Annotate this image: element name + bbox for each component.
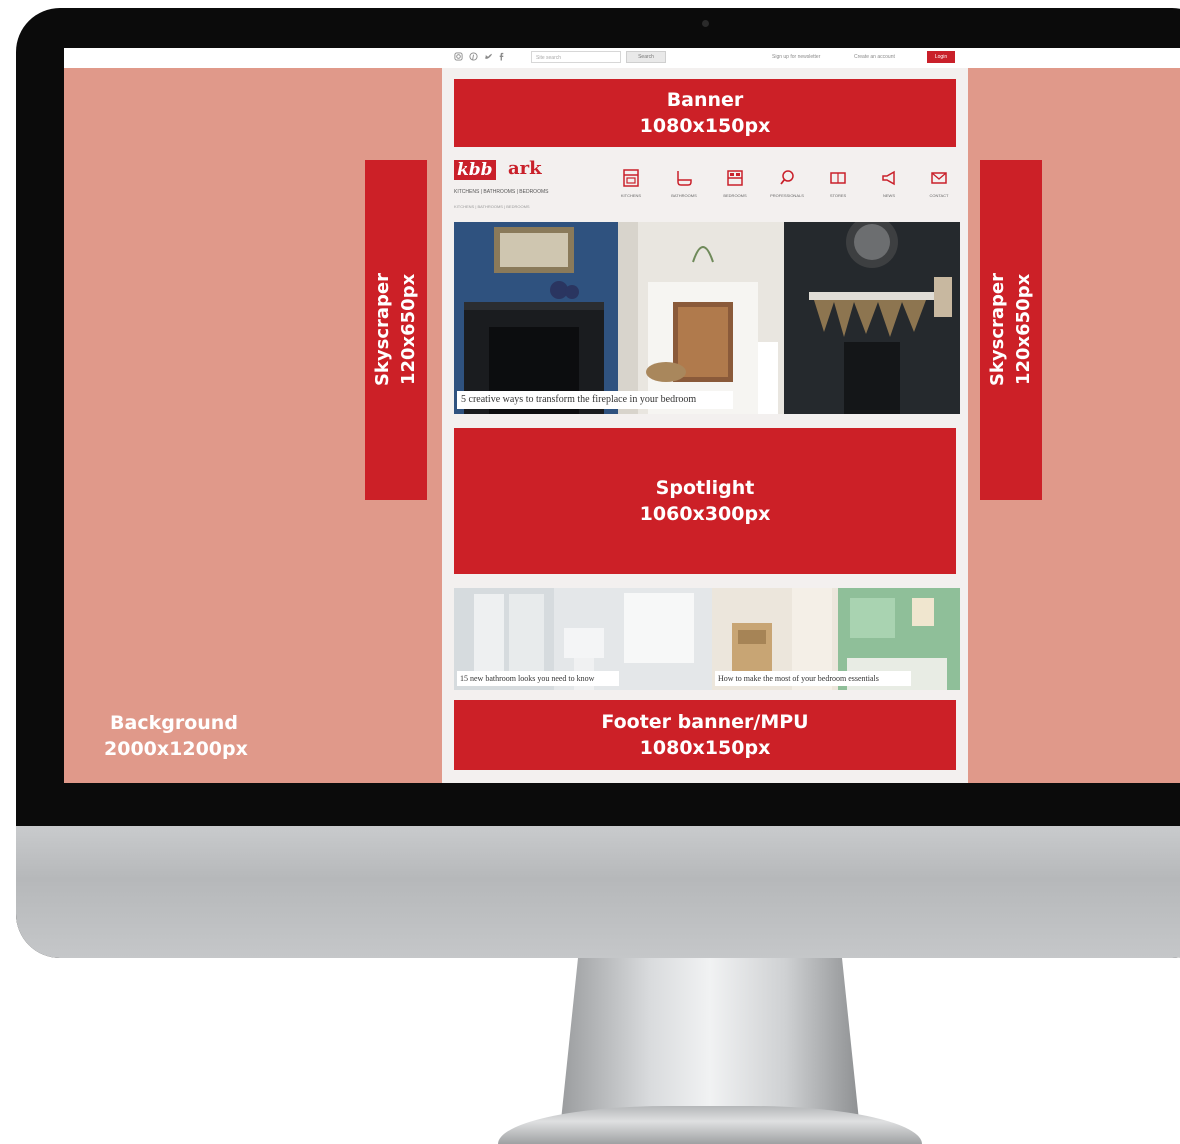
screen: Site search Search Sign up for newslette… [64, 48, 1180, 783]
search-button[interactable]: Search [626, 51, 666, 63]
spotlight-ad-slot: Spotlight 1060x300px [454, 428, 956, 574]
search-input[interactable]: Site search [531, 51, 621, 63]
skyscraper-right-text: Skyscraper 120x650px [985, 273, 1037, 386]
twitter-icon[interactable] [483, 52, 493, 62]
mail-icon [916, 168, 962, 192]
nav-item-bedrooms[interactable]: BEDROOMS [712, 168, 758, 200]
background-title: Background [110, 712, 238, 734]
site-logo-ark[interactable]: ark [508, 159, 542, 179]
login-button[interactable]: Login [927, 51, 955, 63]
megaphone-icon [866, 168, 912, 192]
feature-image-white-fireplace[interactable] [618, 222, 784, 414]
create-account-link[interactable]: Create an account [854, 53, 924, 61]
skyscraper-left-ad-slot: Skyscraper 120x650px [365, 160, 427, 500]
banner-title: Banner [666, 89, 744, 111]
article-caption-bathrooms[interactable]: 15 new bathroom looks you need to know [457, 671, 619, 686]
bed-icon [712, 168, 758, 192]
instagram-icon[interactable] [453, 52, 463, 62]
nav-item-news[interactable]: NEWS [866, 168, 912, 200]
skyscraper-right-size: 120x650px [1013, 274, 1034, 386]
footer-banner-ad-slot: Footer banner/MPU 1080x150px [454, 700, 956, 770]
nav-item-bathrooms[interactable]: BATHROOMS [661, 168, 707, 200]
footer-banner-title: Footer banner/MPU [601, 711, 809, 733]
nav-label: CONTACT [929, 193, 949, 198]
background-size: 2000x1200px [104, 738, 248, 760]
site-logo-kbb[interactable]: kbb [454, 160, 496, 180]
nav-label: STORES [829, 193, 847, 198]
skyscraper-left-text: Skyscraper 120x650px [370, 273, 422, 386]
feature-caption[interactable]: 5 creative ways to transform the firepla… [457, 391, 733, 409]
search-icon [764, 168, 810, 192]
nav-item-kitchens[interactable]: KITCHENS [608, 168, 654, 200]
article-caption-bedrooms[interactable]: How to make the most of your bedroom ess… [715, 671, 911, 686]
feature-image-blue-fireplace[interactable] [454, 222, 618, 414]
facebook-icon[interactable] [496, 52, 506, 62]
monitor-stand-base [498, 1106, 922, 1144]
nav-label: BEDROOMS [723, 193, 747, 198]
banner-ad-slot: Banner 1080x150px [454, 79, 956, 147]
nav-item-stores[interactable]: STORES [815, 168, 861, 200]
site-tagline: KITCHENS | BATHROOMS | BEDROOMS [454, 189, 549, 195]
pinterest-icon[interactable] [468, 52, 478, 62]
camera-dot [702, 20, 709, 27]
monitor-chin [16, 826, 1180, 958]
nav-item-professionals[interactable]: PROFESSIONALS [764, 168, 810, 200]
store-icon [815, 168, 861, 192]
nav-label: BATHROOMS [671, 193, 697, 198]
footer-banner-size: 1080x150px [639, 737, 771, 759]
nav-label: NEWS [883, 193, 895, 198]
feature-image-dark-fireplace[interactable] [784, 222, 960, 414]
bath-icon [661, 168, 707, 192]
skyscraper-left-size: 120x650px [398, 274, 419, 386]
skyscraper-right-title: Skyscraper [987, 273, 1008, 387]
banner-size: 1080x150px [639, 115, 771, 137]
oven-icon [608, 168, 654, 192]
nav-item-contact[interactable]: CONTACT [916, 168, 962, 200]
background-label: Background 2000x1200px [104, 710, 248, 762]
skyscraper-left-title: Skyscraper [372, 273, 393, 387]
skyscraper-right-ad-slot: Skyscraper 120x650px [980, 160, 1042, 500]
spotlight-size: 1060x300px [639, 503, 771, 525]
top-utility-bar [64, 48, 1180, 68]
newsletter-link[interactable]: Sign up for newsletter [772, 53, 852, 61]
site-subtagline: KITCHENS | BATHROOMS | BEDROOMS [454, 204, 530, 209]
nav-label: PROFESSIONALS [770, 193, 804, 198]
spotlight-title: Spotlight [655, 477, 755, 499]
nav-label: KITCHENS [620, 193, 642, 198]
